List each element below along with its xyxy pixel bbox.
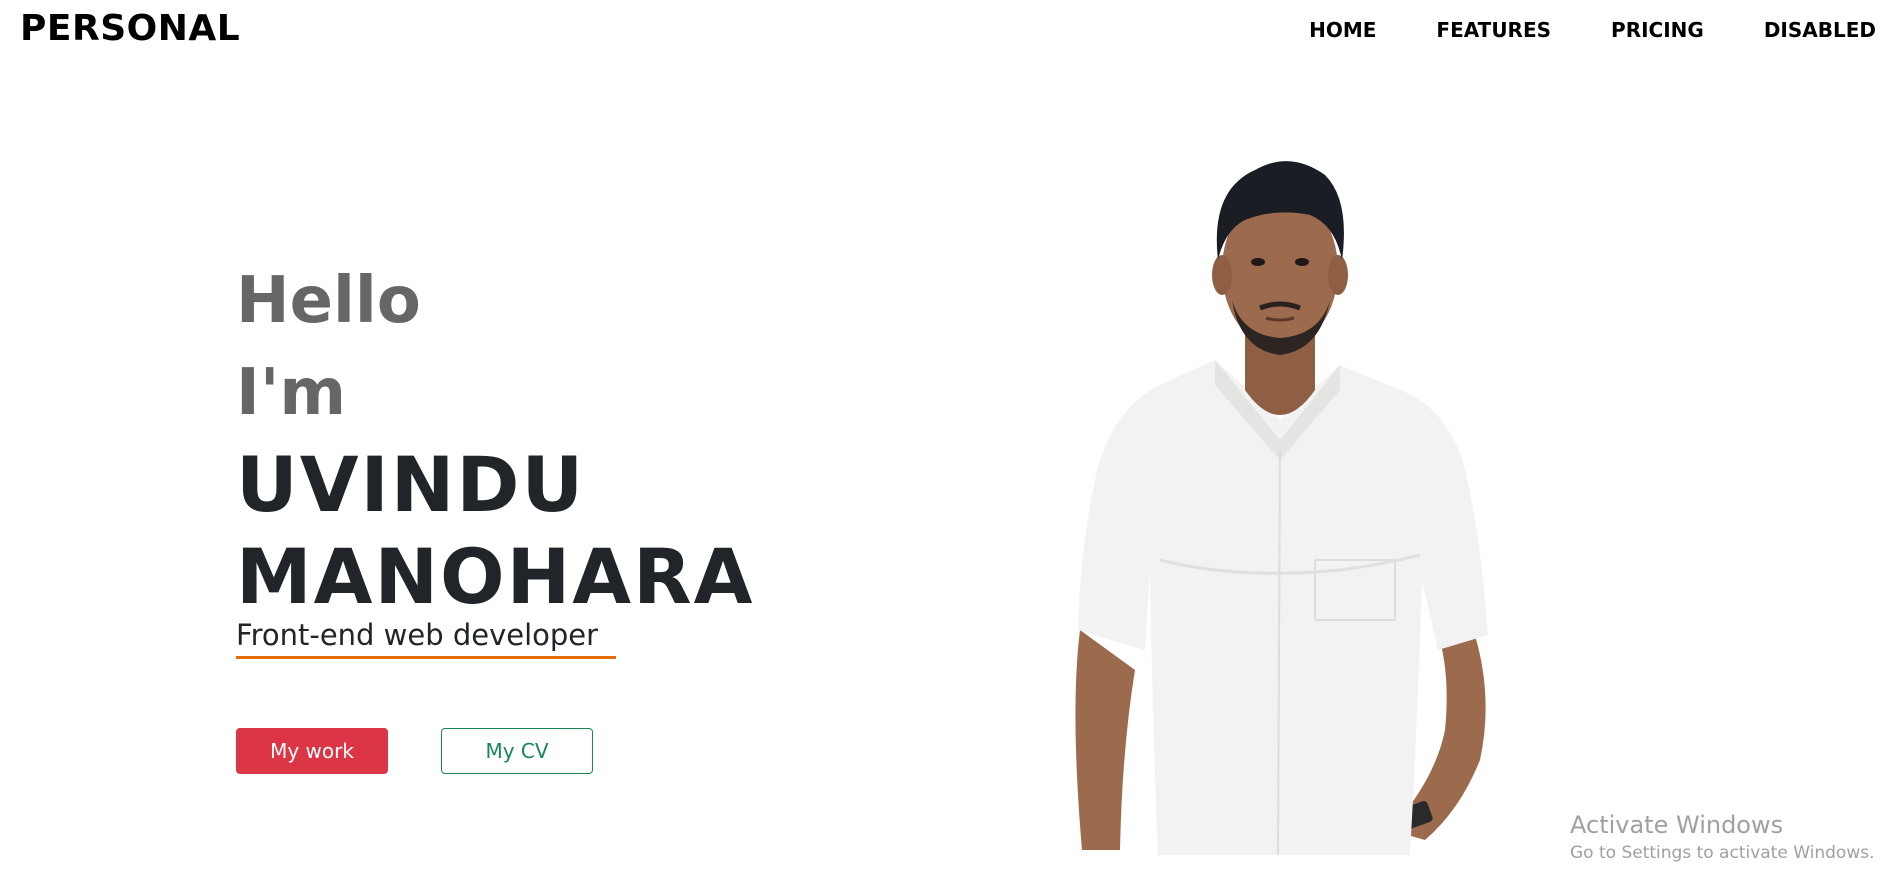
name-first: UVINDU (236, 440, 586, 529)
nav-home-link[interactable]: HOME (1309, 18, 1376, 42)
name-last: MANOHARA (236, 532, 755, 621)
main-nav: HOME FEATURES PRICING DISABLED (1249, 18, 1876, 42)
my-cv-button[interactable]: My CV (441, 728, 593, 774)
watermark-title: Activate Windows (1570, 811, 1784, 839)
portrait-photo (1075, 161, 1488, 855)
nav-features-link[interactable]: FEATURES (1436, 18, 1551, 42)
portrait-left-arm (1075, 630, 1135, 850)
nav-disabled-link[interactable]: DISABLED (1764, 18, 1876, 42)
my-work-button[interactable]: My work (236, 728, 388, 774)
greeting-hello: Hello (236, 264, 421, 338)
watermark-subtitle: Go to Settings to activate Windows. (1570, 843, 1875, 863)
greeting-im: I'm (236, 356, 347, 430)
page: PERSONAL HOME FEATURES PRICING DISABLED … (0, 0, 1896, 895)
activate-windows-watermark: Activate Windows Go to Settings to activ… (1570, 810, 1875, 866)
hero-text: Hello I'm UVINDU MANOHARA (236, 255, 754, 623)
role-subtitle: Front-end web developer (236, 618, 616, 659)
nav-pricing-link[interactable]: PRICING (1611, 18, 1704, 42)
brand-logo[interactable]: PERSONAL (20, 8, 240, 49)
